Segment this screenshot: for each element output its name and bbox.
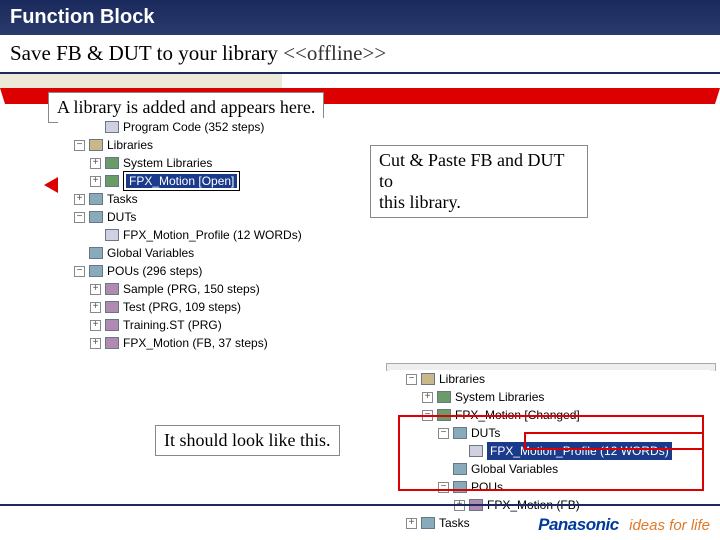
tree-row-syslib[interactable]: + System Libraries: [58, 154, 328, 172]
tree-label: Program Code (352 steps): [123, 118, 264, 136]
tree-row-pous[interactable]: − POUs (296 steps): [58, 262, 328, 280]
tree-row-syslib[interactable]: + System Libraries: [390, 388, 710, 406]
logo: Panasonic ideas for life: [538, 515, 710, 535]
collapse-icon[interactable]: −: [74, 212, 85, 223]
tree-label: System Libraries: [455, 388, 544, 406]
book-icon: [105, 157, 119, 169]
tree-label: Global Variables: [107, 244, 194, 262]
globals-icon: [89, 247, 103, 259]
book-icon: [437, 391, 451, 403]
title-bar: Function Block: [0, 0, 720, 35]
annotation-result: It should look like this.: [155, 425, 340, 456]
logo-brand: Panasonic: [538, 515, 619, 534]
tree-row-p2[interactable]: + Test (PRG, 109 steps): [58, 298, 328, 316]
prg-icon: [105, 283, 119, 295]
annotation-cutpaste: Cut & Paste FB and DUT to this library.: [370, 145, 588, 218]
tasks-icon: [421, 517, 435, 529]
subtitle: Save FB & DUT to your library <<offline>…: [0, 35, 720, 74]
tree-label: Libraries: [439, 370, 485, 388]
tree-row-p1[interactable]: + Sample (PRG, 150 steps): [58, 280, 328, 298]
annotation-added-text: A library is added and appears here.: [57, 97, 315, 117]
tree-row-duts[interactable]: − DUTs: [58, 208, 328, 226]
tree-label: Training.ST (PRG): [123, 316, 222, 334]
tree-label: FPX_Motion_Profile (12 WORDs): [123, 226, 302, 244]
tree-label: Test (PRG, 109 steps): [123, 298, 241, 316]
collapse-icon[interactable]: −: [406, 374, 417, 385]
collapse-icon[interactable]: −: [74, 140, 85, 151]
red-highlight-outer: [398, 415, 704, 491]
tree-label: DUTs: [107, 208, 136, 226]
struct-icon: [105, 229, 119, 241]
tree-row-libraries[interactable]: − Libraries: [58, 136, 328, 154]
subtitle-mode: <<offline>>: [283, 41, 386, 65]
title-text: Function Block: [10, 6, 154, 28]
red-arrow-left-icon: [44, 177, 58, 193]
expand-icon[interactable]: +: [90, 176, 101, 187]
annotation-cutpaste-l1: Cut & Paste FB and DUT to: [379, 150, 579, 192]
tree-row-fpxopen[interactable]: + FPX_Motion [Open]: [58, 172, 328, 190]
fb-icon: [105, 337, 119, 349]
expand-icon[interactable]: +: [74, 194, 85, 205]
tree-label: System Libraries: [123, 154, 212, 172]
tree-label: Tasks: [439, 514, 470, 532]
pou-icon: [89, 265, 103, 277]
logo-tagline: ideas for life: [629, 517, 710, 534]
annotation-cutpaste-l2: this library.: [379, 192, 579, 213]
tree-label: FPX_Motion (FB, 37 steps): [123, 334, 268, 352]
tree-label: POUs (296 steps): [107, 262, 202, 280]
tree-before: Program Code (352 steps) − Libraries + Sys…: [58, 118, 328, 352]
expand-icon[interactable]: +: [90, 302, 101, 313]
tree-row-tasks[interactable]: + Tasks: [58, 190, 328, 208]
tasks-icon: [89, 193, 103, 205]
annotation-result-text: It should look like this.: [164, 430, 331, 450]
tree-label: Tasks: [107, 190, 138, 208]
tree-row-dut1[interactable]: FPX_Motion_Profile (12 WORDs): [58, 226, 328, 244]
tree-row-p3[interactable]: + Training.ST (PRG): [58, 316, 328, 334]
expand-icon[interactable]: +: [90, 158, 101, 169]
tree-row-p4[interactable]: + FPX_Motion (FB, 37 steps): [58, 334, 328, 352]
tree-label: Sample (PRG, 150 steps): [123, 280, 260, 298]
expand-icon[interactable]: +: [90, 284, 101, 295]
tree-label: Libraries: [107, 136, 153, 154]
dut-icon: [89, 211, 103, 223]
tree-row-libraries[interactable]: − Libraries: [390, 370, 710, 388]
collapse-icon[interactable]: −: [74, 266, 85, 277]
expand-icon[interactable]: +: [90, 338, 101, 349]
red-highlight-inner: [524, 432, 704, 450]
tree-label-selected: FPX_Motion [Open]: [126, 174, 237, 188]
expand-icon[interactable]: +: [90, 320, 101, 331]
code-icon: [105, 121, 119, 133]
book-icon: [105, 175, 119, 187]
tree-row-progcode[interactable]: Program Code (352 steps): [58, 118, 328, 136]
libraries-icon: [421, 373, 435, 385]
subtitle-main: Save FB & DUT to your library: [10, 41, 283, 65]
expand-icon[interactable]: +: [422, 392, 433, 403]
tree-row-globals[interactable]: Global Variables: [58, 244, 328, 262]
libraries-icon: [89, 139, 103, 151]
tree1-clip-top: [0, 74, 282, 88]
expand-icon[interactable]: +: [406, 518, 417, 529]
prg-icon: [105, 319, 119, 331]
footer-separator: [0, 504, 720, 506]
prg-icon: [105, 301, 119, 313]
